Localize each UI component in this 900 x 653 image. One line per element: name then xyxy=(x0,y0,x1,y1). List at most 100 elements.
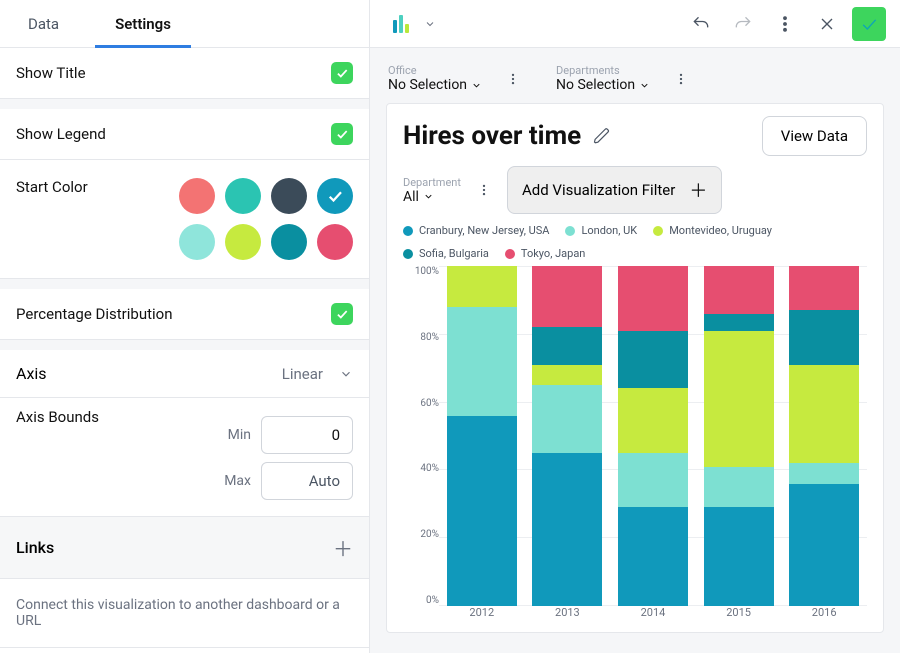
y-tick: 40% xyxy=(420,463,439,474)
main-panel: Office No Selection Departments No Selec… xyxy=(370,0,900,653)
bar-segment xyxy=(618,388,688,453)
color-swatch[interactable] xyxy=(225,178,261,214)
bar-segment xyxy=(532,453,602,606)
undo-icon xyxy=(691,14,711,34)
more-vertical-icon xyxy=(775,14,795,34)
y-tick: 20% xyxy=(420,529,439,540)
axis-bounds-max-label: Max xyxy=(221,473,251,489)
chart-area: 100%80%60%40%20%0% 20122013201420152016 xyxy=(403,266,867,626)
edit-title-button[interactable] xyxy=(593,127,611,145)
redo-button[interactable] xyxy=(726,7,760,41)
confirm-button[interactable] xyxy=(852,7,886,41)
axis-bounds-min-input[interactable] xyxy=(261,416,353,454)
legend-item[interactable]: Montevideo, Uruguay xyxy=(653,224,772,237)
legend-item[interactable]: Cranbury, New Jersey, USA xyxy=(403,224,549,237)
departments-filter-label: Departments xyxy=(556,64,650,77)
color-swatch[interactable] xyxy=(271,224,307,260)
legend-label: Sofia, Bulgaria xyxy=(419,247,489,260)
x-tick: 2015 xyxy=(704,606,774,626)
color-swatch[interactable] xyxy=(317,178,353,214)
bar-segment xyxy=(789,310,859,364)
legend-dot-icon xyxy=(565,226,575,236)
global-selectors: Office No Selection Departments No Selec… xyxy=(388,64,884,93)
tab-settings[interactable]: Settings xyxy=(87,0,199,47)
department-filter-label: Department xyxy=(403,176,461,189)
office-filter[interactable]: Office No Selection xyxy=(388,64,482,93)
office-filter-value: No Selection xyxy=(388,77,467,93)
color-swatch[interactable] xyxy=(179,224,215,260)
chart-type-button[interactable] xyxy=(384,7,418,41)
tab-data[interactable]: Data xyxy=(0,0,87,47)
add-filter-label: Add Visualization Filter xyxy=(522,181,675,199)
office-filter-label: Office xyxy=(388,64,482,77)
plus-icon: ＋ xyxy=(689,177,707,203)
chart-plot: 20122013201420152016 xyxy=(439,266,867,626)
percentage-distribution-checkbox[interactable] xyxy=(331,303,353,325)
legend-item[interactable]: London, UK xyxy=(565,224,637,237)
bar[interactable] xyxy=(704,266,774,606)
legend-dot-icon xyxy=(403,226,413,236)
show-legend-checkbox[interactable] xyxy=(331,123,353,145)
color-swatch[interactable] xyxy=(179,178,215,214)
row-percentage-distribution: Percentage Distribution xyxy=(0,289,369,340)
chevron-down-icon[interactable] xyxy=(424,18,436,30)
department-filter[interactable]: Department All xyxy=(403,176,461,205)
bar[interactable] xyxy=(789,266,859,606)
more-button[interactable] xyxy=(768,7,802,41)
undo-button[interactable] xyxy=(684,7,718,41)
bar[interactable] xyxy=(447,266,517,606)
bar-segment xyxy=(532,365,602,385)
x-tick: 2016 xyxy=(789,606,859,626)
bar-segment xyxy=(704,331,774,467)
departments-filter[interactable]: Departments No Selection xyxy=(556,64,650,93)
departments-filter-more[interactable] xyxy=(674,72,688,86)
more-vertical-icon xyxy=(477,183,491,197)
chevron-down-icon xyxy=(639,80,650,91)
bar-segment xyxy=(789,484,859,606)
color-swatch[interactable] xyxy=(271,178,307,214)
chart-card: Hires over time View Data Department All… xyxy=(386,103,884,633)
legend-dot-icon xyxy=(505,249,515,259)
bar[interactable] xyxy=(618,266,688,606)
color-swatch[interactable] xyxy=(225,224,261,260)
percentage-distribution-label: Percentage Distribution xyxy=(16,305,172,323)
department-filter-more[interactable] xyxy=(477,183,491,197)
bar-segment xyxy=(704,467,774,508)
x-tick: 2013 xyxy=(532,606,602,626)
bar-segment xyxy=(532,266,602,327)
redo-icon xyxy=(733,14,753,34)
show-legend-label: Show Legend xyxy=(16,125,106,143)
row-axis: Axis Linear xyxy=(0,350,369,398)
office-filter-more[interactable] xyxy=(506,72,520,86)
bar-segment xyxy=(618,453,688,507)
legend-dot-icon xyxy=(653,226,663,236)
legend-label: Tokyo, Japan xyxy=(521,247,585,260)
sidebar-tabs: Data Settings xyxy=(0,0,369,48)
show-title-checkbox[interactable] xyxy=(331,62,353,84)
axis-select[interactable]: Linear xyxy=(282,365,353,383)
add-link-button[interactable]: ＋ xyxy=(333,533,353,562)
y-axis: 100%80%60%40%20%0% xyxy=(403,266,439,626)
axis-bounds-label: Axis Bounds xyxy=(16,408,99,426)
legend-label: Montevideo, Uruguay xyxy=(669,224,772,237)
bar-segment xyxy=(789,266,859,310)
x-tick: 2014 xyxy=(618,606,688,626)
axis-bounds-max-input[interactable]: Auto xyxy=(261,462,353,500)
close-button[interactable] xyxy=(810,7,844,41)
axis-label: Axis xyxy=(16,364,47,383)
links-title: Links xyxy=(16,538,54,557)
add-visualization-filter-button[interactable]: Add Visualization Filter ＋ xyxy=(507,166,722,214)
bar[interactable] xyxy=(532,266,602,606)
row-show-title: Show Title xyxy=(0,48,369,99)
legend-item[interactable]: Sofia, Bulgaria xyxy=(403,247,489,260)
color-swatches xyxy=(153,178,353,260)
chart-legend: Cranbury, New Jersey, USA London, UK Monte… xyxy=(403,224,867,260)
legend-item[interactable]: Tokyo, Japan xyxy=(505,247,585,260)
color-swatch[interactable] xyxy=(317,224,353,260)
axis-bounds-min-label: Min xyxy=(221,427,251,443)
bar-segment xyxy=(618,331,688,389)
chart-title: Hires over time xyxy=(403,121,581,151)
view-data-button[interactable]: View Data xyxy=(762,116,867,156)
row-axis-bounds: Axis Bounds Min Max Auto xyxy=(0,398,369,517)
start-color-label: Start Color xyxy=(16,178,88,196)
